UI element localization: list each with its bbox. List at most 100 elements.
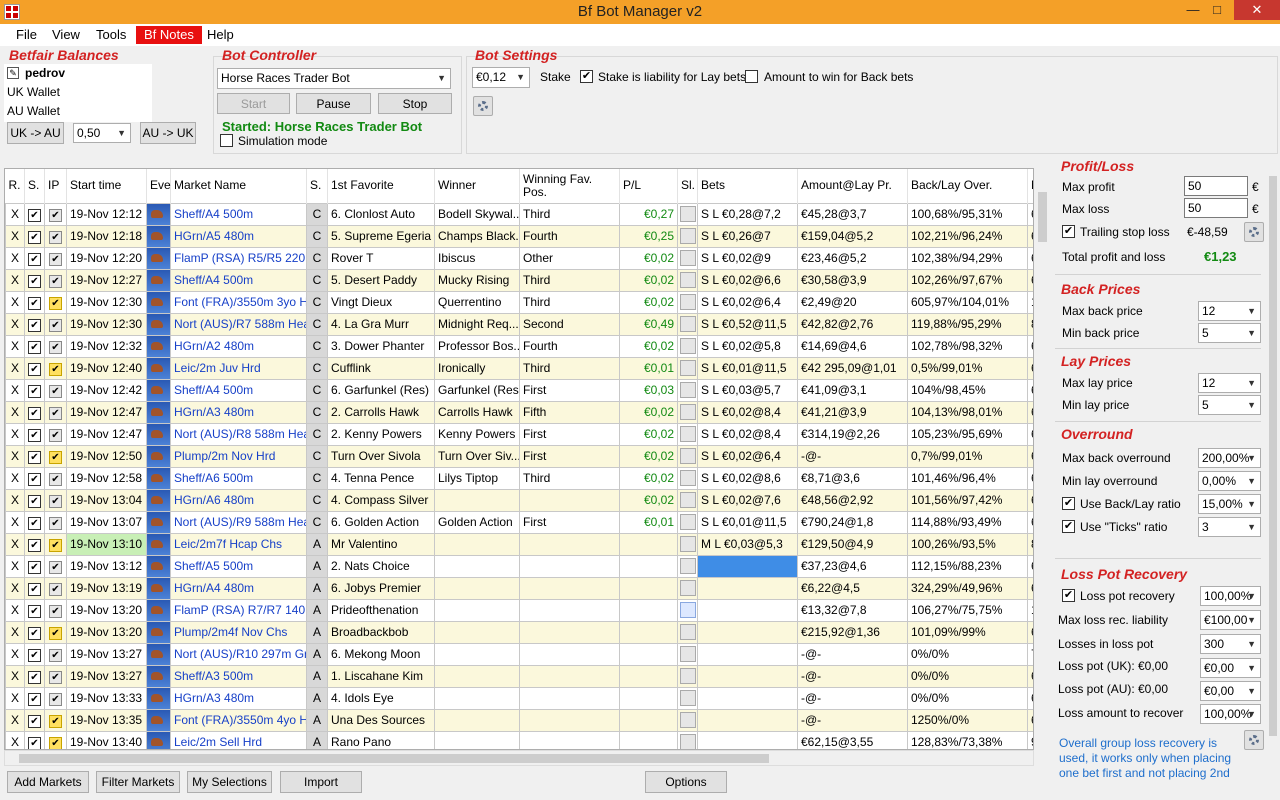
market-name[interactable]: Sheff/A4 500m [170,268,307,292]
remove-market-button[interactable]: X [5,686,25,710]
checkbox[interactable]: ✔ [28,318,41,332]
min-lay-price-select[interactable]: 5 ▼ [1198,395,1261,415]
table-row[interactable]: X ✔ ✔ 19-Nov 12:20 FlamP (RSA) R5/R5 220... C… [5,246,1033,270]
checkbox[interactable]: ✔ [28,692,41,706]
selection-box[interactable] [679,557,696,574]
selection-box[interactable] [679,425,696,442]
market-name[interactable]: Font (FRA)/3550m 4yo Hrd [170,708,307,732]
checkbox[interactable]: ✔ [28,208,41,222]
min-back-price-select[interactable]: 5 ▼ [1198,323,1261,343]
selection-box[interactable] [679,293,696,310]
loss-pot-recovery-select[interactable]: 100,00% ▼ [1200,586,1261,606]
selection-box[interactable] [679,315,696,332]
selection-box[interactable] [679,667,696,684]
settings-gear-icon[interactable] [473,96,493,116]
amount-to-win-checkbox[interactable] [745,70,758,83]
column-header[interactable]: Winner [434,169,520,203]
market-name[interactable]: Leic/2m Sell Hrd [170,730,307,749]
column-header[interactable]: Market Name [170,169,307,203]
transfer-amount-select[interactable]: 0,50 ▼ [73,123,131,143]
use-ratio-checkbox[interactable]: ✔ [1062,497,1075,510]
remove-market-button[interactable]: X [5,202,25,226]
remove-market-button[interactable]: X [5,224,25,248]
market-name[interactable]: FlamP (RSA) R5/R5 220... [170,246,307,270]
table-row[interactable]: X ✔ ✔ 19-Nov 13:35 Font (FRA)/3550m 4yo Hrd A… [5,708,1033,732]
remove-market-button[interactable]: X [5,422,25,446]
column-header[interactable]: Amount@Lay Pr. [797,169,908,203]
market-name[interactable]: Font (FRA)/3550m 3yo Hrd [170,290,307,314]
column-header[interactable]: 1st Favorite [327,169,435,203]
select-checkbox-cell[interactable]: ✔ [24,664,45,688]
table-row[interactable]: X ✔ ✔ 19-Nov 12:30 Font (FRA)/3550m 3yo Hrd C… [5,290,1033,314]
selection-cell[interactable] [677,246,698,270]
checkbox[interactable]: ✔ [28,252,41,266]
select-checkbox-cell[interactable]: ✔ [24,554,45,578]
market-name[interactable]: HGrn/A4 480m [170,576,307,600]
select-checkbox-cell[interactable]: ✔ [24,444,45,468]
selection-box[interactable] [679,579,696,596]
selection-cell[interactable] [677,730,698,749]
stake-select[interactable]: €0,12 ▼ [472,67,530,88]
table-row[interactable]: X ✔ ✔ 19-Nov 12:47 Nort (AUS)/R8 588m Heat C 2… [5,422,1033,446]
selection-box[interactable] [679,359,696,376]
checkbox[interactable]: ✔ [28,626,41,640]
table-row[interactable]: X ✔ ✔ 19-Nov 12:32 HGrn/A2 480m C 3. Dower Pha… [5,334,1033,358]
remove-market-button[interactable]: X [5,576,25,600]
market-name[interactable]: Sheff/A4 500m [170,202,307,226]
table-row[interactable]: X ✔ ✔ 19-Nov 13:12 Sheff/A5 500m A 2. Nats Cho… [5,554,1033,578]
remove-market-button[interactable]: X [5,664,25,688]
add-markets-button[interactable]: Add Markets [7,771,89,793]
table-row[interactable]: X ✔ ✔ 19-Nov 13:27 Sheff/A3 500m A 1. Liscahan… [5,664,1033,688]
ticks-select[interactable]: 3 ▼ [1198,517,1261,537]
checkbox[interactable]: ✔ [28,560,41,574]
market-name[interactable]: Nort (AUS)/R10 297m Gr5 [170,642,307,666]
select-checkbox-cell[interactable]: ✔ [24,400,45,424]
bets[interactable]: S L €0,03@5,7 [697,378,798,402]
menu-file[interactable]: File [8,26,45,44]
max-lay-price-select[interactable]: 12 ▼ [1198,373,1261,393]
selection-cell[interactable] [677,444,698,468]
selection-box[interactable] [679,249,696,266]
column-header[interactable]: N [1027,169,1033,203]
selection-cell[interactable] [677,554,698,578]
remove-market-button[interactable]: X [5,246,25,270]
select-checkbox-cell[interactable]: ✔ [24,576,45,600]
checkbox[interactable]: ✔ [28,670,41,684]
max-loss-input[interactable]: 50 [1184,198,1248,218]
remove-market-button[interactable]: X [5,598,25,622]
market-name[interactable]: Nort (AUS)/R8 588m Heat [170,422,307,446]
selection-box[interactable] [679,733,696,749]
checkbox[interactable]: ✔ [28,494,41,508]
table-row[interactable]: X ✔ ✔ 19-Nov 12:50 Plump/2m Nov Hrd C Turn Ove… [5,444,1033,468]
remove-market-button[interactable]: X [5,642,25,666]
bets[interactable] [697,708,798,732]
select-checkbox-cell[interactable]: ✔ [24,246,45,270]
select-checkbox-cell[interactable]: ✔ [24,356,45,380]
selection-cell[interactable] [677,312,698,336]
select-checkbox-cell[interactable]: ✔ [24,686,45,710]
selection-cell[interactable] [677,400,698,424]
remove-market-button[interactable]: X [5,466,25,490]
loss-pot-checkbox[interactable]: ✔ [1062,589,1075,602]
selection-cell[interactable] [677,664,698,688]
table-row[interactable]: X ✔ ✔ 19-Nov 12:27 Sheff/A4 500m C 5. Desert P… [5,268,1033,292]
checkbox[interactable]: ✔ [28,736,41,749]
selection-cell[interactable] [677,378,698,402]
start-button[interactable]: Start [217,93,290,114]
select-checkbox-cell[interactable]: ✔ [24,334,45,358]
menu-help[interactable]: Help [199,26,242,44]
selection-box[interactable] [679,205,696,222]
remove-market-button[interactable]: X [5,290,25,314]
selection-cell[interactable] [677,290,698,314]
remove-market-button[interactable]: X [5,356,25,380]
market-name[interactable]: Leic/2m7f Hcap Chs [170,532,307,556]
remove-market-button[interactable]: X [5,510,25,534]
checkbox[interactable]: ✔ [28,714,41,728]
bets[interactable] [697,664,798,688]
maximize-button[interactable]: □ [1200,0,1234,20]
table-row[interactable]: X ✔ ✔ 19-Nov 13:40 Leic/2m Sell Hrd A Rano Pan… [5,730,1033,749]
selection-cell[interactable] [677,576,698,600]
select-checkbox-cell[interactable]: ✔ [24,488,45,512]
max-profit-input[interactable]: 50 [1184,176,1248,196]
selection-box[interactable] [679,447,696,464]
